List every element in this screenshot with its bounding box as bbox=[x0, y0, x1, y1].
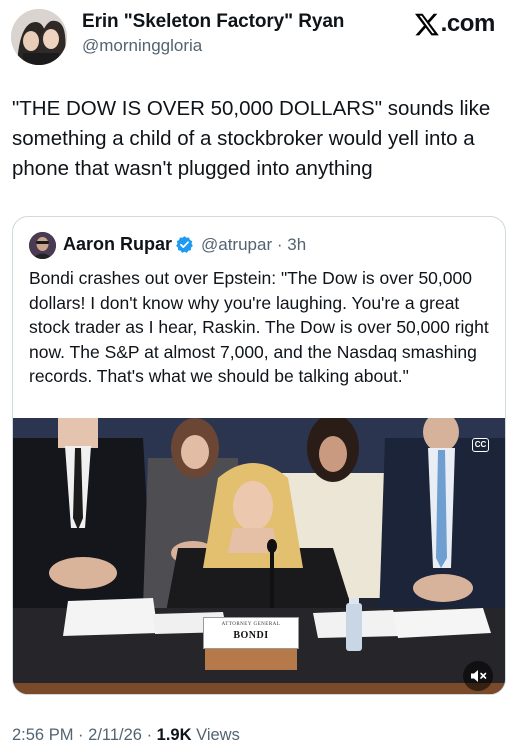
views-count[interactable]: 1.9K bbox=[157, 726, 192, 744]
verified-badge-icon bbox=[176, 236, 193, 253]
quote-author-name[interactable]: Aaron Rupar bbox=[63, 234, 172, 255]
author-avatar[interactable] bbox=[11, 9, 67, 65]
brand-domain: .com bbox=[440, 10, 496, 37]
tweet-header: Erin "Skeleton Factory" Ryan @morningglo… bbox=[0, 0, 519, 78]
post-time[interactable]: 2:56 PM bbox=[12, 726, 73, 744]
footer-separator: · bbox=[146, 726, 153, 744]
nameplate-name: BONDI bbox=[233, 630, 269, 641]
post-date[interactable]: 2/11/26 bbox=[88, 726, 142, 744]
video-player[interactable]: ATTORNEY GENERAL BONDI CC bbox=[13, 418, 505, 694]
quoted-tweet[interactable]: Aaron Rupar @atrupar · 3h Bondi crashes … bbox=[12, 216, 506, 695]
quote-author-avatar[interactable] bbox=[29, 232, 56, 259]
footer-separator: · bbox=[78, 726, 84, 744]
author-handle[interactable]: @morninggloria bbox=[82, 36, 202, 56]
x-logo-icon bbox=[414, 13, 439, 36]
muted-speaker-icon bbox=[471, 670, 487, 682]
nameplate: ATTORNEY GENERAL BONDI bbox=[203, 617, 299, 649]
brand-logo: .com bbox=[414, 10, 495, 38]
tweet-footer: 2:56 PM · 2/11/26 · 1.9K Views bbox=[12, 726, 240, 745]
views-label: Views bbox=[196, 726, 240, 744]
quote-timestamp[interactable]: 3h bbox=[287, 235, 306, 254]
author-name[interactable]: Erin "Skeleton Factory" Ryan bbox=[82, 11, 344, 33]
closed-captions-icon[interactable]: CC bbox=[472, 438, 489, 452]
tweet-text: "THE DOW IS OVER 50,000 DOLLARS" sounds … bbox=[12, 97, 491, 180]
nameplate-title: ATTORNEY GENERAL bbox=[221, 622, 281, 627]
mute-button[interactable] bbox=[463, 661, 493, 691]
quote-meta: @atrupar · 3h bbox=[201, 235, 306, 255]
quote-text: Bondi crashes out over Epstein: "The Dow… bbox=[29, 268, 489, 386]
quote-separator: · bbox=[276, 235, 283, 254]
quote-author-handle[interactable]: @atrupar bbox=[201, 235, 272, 254]
video-frame bbox=[13, 418, 505, 694]
